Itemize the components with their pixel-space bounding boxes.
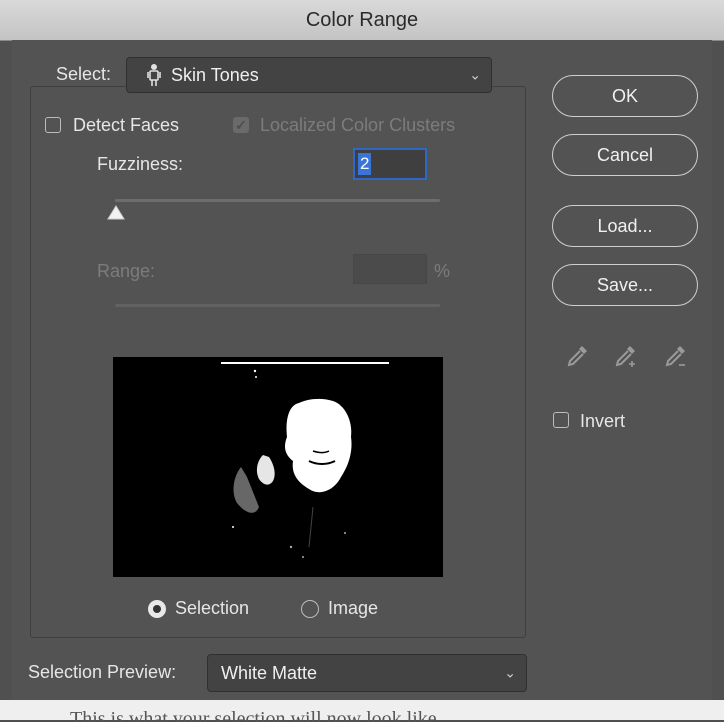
load-button-label: Load... — [597, 215, 653, 236]
ok-button-label: OK — [611, 85, 638, 106]
window-title: Color Range — [305, 8, 419, 31]
selection-radio-label: Selection — [175, 598, 250, 618]
eyedropper-icon[interactable] — [563, 342, 591, 370]
range-slider-track[interactable] — [115, 304, 440, 307]
fuzziness-value: 2 — [358, 153, 372, 175]
chevron-down-icon: ⌄ — [469, 66, 481, 83]
image-radio-label: Image — [328, 598, 379, 618]
selection-radio[interactable] — [148, 600, 166, 618]
select-value: Skin Tones — [171, 64, 259, 85]
fuzziness-slider-track[interactable] — [115, 199, 440, 202]
fuzziness-label: Fuzziness: — [97, 154, 184, 174]
cancel-button[interactable]: Cancel — [552, 134, 698, 176]
invert-label: Invert — [580, 411, 626, 431]
eyedropper-plus-icon[interactable] — [611, 342, 639, 370]
selection-preview-dropdown[interactable]: White Matte ⌄ — [207, 654, 527, 692]
localized-clusters-checkbox[interactable]: ✓ — [233, 117, 249, 133]
selection-preview-value: White Matte — [221, 662, 318, 683]
range-input[interactable] — [353, 254, 427, 284]
ok-button[interactable]: OK — [552, 75, 698, 117]
title-bar: Color Range — [0, 0, 724, 41]
range-unit: % — [434, 261, 451, 281]
localized-clusters-label: Localized Color Clusters — [260, 115, 456, 135]
chevron-down-icon: ⌄ — [504, 664, 516, 681]
select-dropdown[interactable]: Skin Tones ⌄ — [126, 57, 492, 93]
selection-preview-image — [113, 357, 443, 577]
range-label: Range: — [97, 261, 156, 281]
detect-faces-checkbox[interactable] — [45, 117, 61, 133]
detect-faces-label: Detect Faces — [73, 115, 180, 135]
selection-preview-label: Selection Preview: — [28, 662, 177, 682]
save-button[interactable]: Save... — [552, 264, 698, 306]
load-button[interactable]: Load... — [552, 205, 698, 247]
fuzziness-input[interactable]: 2 — [353, 148, 427, 180]
invert-checkbox[interactable] — [553, 412, 569, 428]
person-icon — [145, 63, 163, 87]
select-label: Select: — [52, 64, 116, 85]
fuzziness-slider-handle[interactable] — [106, 205, 126, 221]
cancel-button-label: Cancel — [596, 144, 654, 165]
save-button-label: Save... — [596, 274, 654, 295]
image-radio[interactable] — [301, 600, 319, 618]
eyedropper-minus-icon[interactable] — [661, 342, 689, 370]
